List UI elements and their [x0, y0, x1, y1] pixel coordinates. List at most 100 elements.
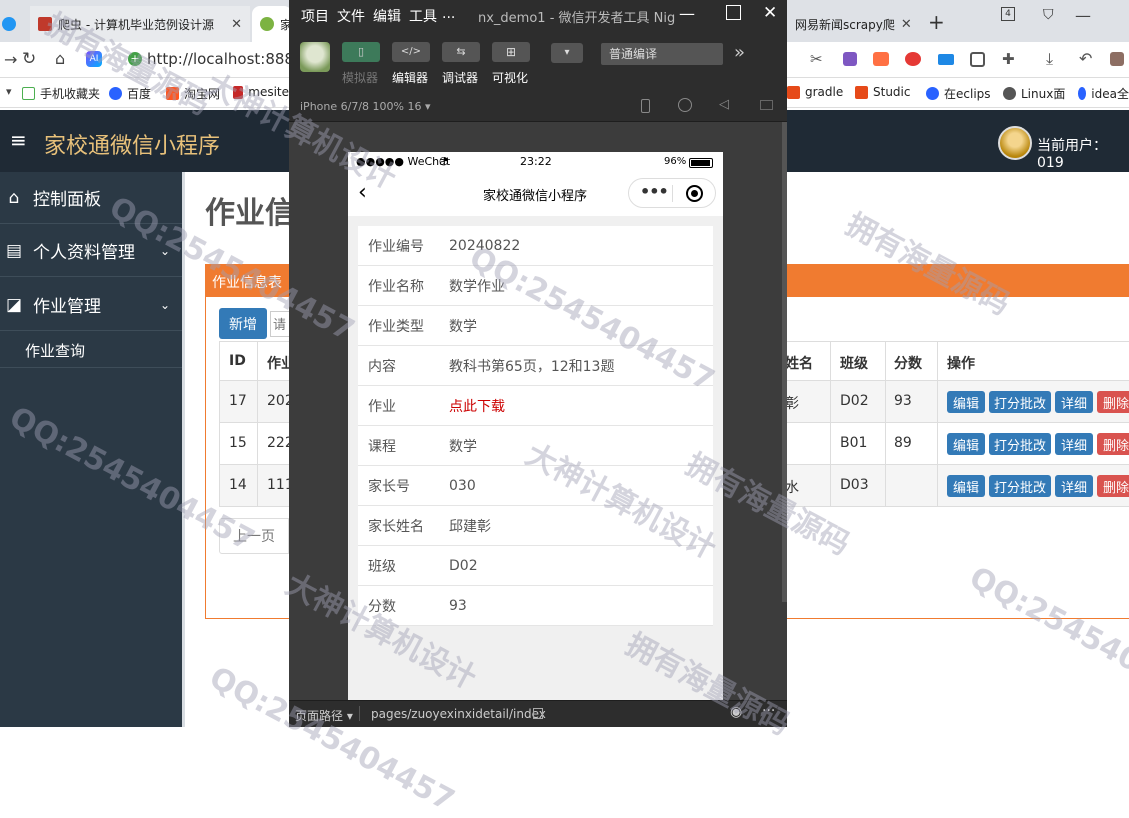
column-divider [937, 465, 938, 507]
detail-button[interactable]: 详细 [1055, 391, 1093, 413]
close-icon[interactable]: ✕ [225, 17, 242, 32]
game-icon[interactable] [873, 52, 889, 66]
bookmark-item[interactable]: mesite [233, 85, 289, 99]
delete-button[interactable]: 删除 [1097, 433, 1129, 455]
detail-button[interactable]: 详细 [1055, 475, 1093, 497]
gradle-icon [787, 85, 800, 99]
tab-news[interactable]: 网易新闻scrapy爬 ✕ [787, 6, 912, 42]
menu-tools[interactable]: 工具 [409, 6, 437, 26]
maximize-icon[interactable] [726, 5, 741, 20]
prev-page-button[interactable]: 上一页 [219, 518, 289, 554]
minimize-icon[interactable]: — [679, 4, 695, 23]
scrollbar[interactable] [782, 122, 787, 602]
page-title: 作业信 [205, 196, 295, 231]
reload-icon[interactable]: ↻ [22, 49, 36, 69]
idea-icon [1078, 87, 1087, 100]
edit-button[interactable]: 编辑 [947, 433, 985, 455]
menu-file[interactable]: 文件 [337, 6, 365, 26]
tab-count-badge[interactable]: 4 [1001, 7, 1015, 21]
back-icon[interactable]: → [4, 50, 17, 69]
sidebar-item-homework[interactable]: ◪ 作业管理 ⌄ [0, 279, 182, 331]
detail-button[interactable]: 详细 [1055, 433, 1093, 455]
delete-button[interactable]: 删除 [1097, 391, 1129, 413]
compile-mode-select[interactable]: 普通编译 [601, 43, 723, 65]
visual-icon[interactable]: ⊞ [492, 42, 530, 62]
minimize-icon[interactable]: — [1075, 6, 1091, 25]
extensions-icon[interactable]: ✚ [1002, 50, 1015, 68]
menu-project[interactable]: 项目 [301, 6, 329, 26]
more-chevron-icon[interactable]: » [734, 42, 745, 63]
briefcase-icon[interactable] [1110, 52, 1124, 66]
detail-row: 作业编号 20240822 [358, 226, 713, 266]
detail-value: 030 [449, 477, 476, 494]
menu-more[interactable]: ... [442, 6, 455, 22]
shirt-icon[interactable]: ⛉ [1043, 7, 1054, 23]
bookmarks-menu-icon[interactable]: ▾ [6, 85, 12, 98]
eye-icon[interactable]: ◉ [730, 704, 742, 720]
bookmark-item[interactable]: idea全 [1078, 85, 1129, 102]
bookmark-favicon-icon [22, 87, 35, 100]
record-icon[interactable] [678, 98, 692, 112]
close-miniprogram-icon[interactable] [686, 185, 703, 202]
close-icon[interactable]: ✕ [895, 17, 912, 32]
scissors-icon[interactable]: ✂ [810, 50, 823, 68]
wechat-devtools-window: 项目 文件 编辑 工具 ... nx_demo1 - 微信开发者工具 Nig —… [289, 0, 787, 727]
edit-button[interactable]: 编辑 [947, 391, 985, 413]
bookmark-item[interactable]: 淘宝网 [166, 85, 220, 102]
edit-button[interactable]: 编辑 [947, 475, 985, 497]
new-tab-button[interactable]: + [928, 10, 945, 34]
popout-icon[interactable] [760, 100, 773, 110]
bookmark-item[interactable]: gradle [787, 85, 843, 99]
device-select[interactable]: iPhone 6/7/8 100% 16 ▾ [300, 100, 431, 113]
mode-dropdown-icon[interactable]: ▾ [551, 43, 583, 63]
bookmark-label: Studic [873, 85, 911, 99]
more-icon[interactable]: ··· [762, 703, 775, 719]
code-icon[interactable]: </> [392, 42, 430, 62]
bookmark-item[interactable]: 百度 [109, 85, 151, 102]
grade-button[interactable]: 打分批改 [989, 475, 1051, 497]
menu-toggle-icon[interactable]: ≡ [10, 128, 27, 152]
menu-edit[interactable]: 编辑 [373, 6, 401, 26]
table-cell-id: 15 [229, 435, 247, 451]
mail-icon[interactable] [938, 54, 954, 65]
more-dots-icon[interactable]: ••• [640, 182, 669, 201]
debugger-icon[interactable]: ⇆ [442, 42, 480, 62]
url-field[interactable]: http://localhost:8888/ [147, 50, 309, 68]
page-path-label[interactable]: 页面路径 ▾ [295, 707, 353, 724]
undo-icon[interactable]: ↶ [1079, 49, 1092, 68]
close-icon[interactable]: ✕ [763, 3, 777, 23]
back-arrow-icon[interactable]: ‹ [358, 180, 367, 205]
capsule-menu: ••• [628, 178, 716, 208]
simulator-icon[interactable]: ▯ [342, 42, 380, 62]
translate-icon[interactable] [843, 52, 857, 66]
tab-active[interactable]: 家 [252, 6, 292, 42]
bookmark-item[interactable]: 在eclips [926, 85, 991, 102]
telegram-icon[interactable] [0, 6, 16, 42]
bookmark-item[interactable]: Studic [855, 85, 910, 99]
ai-icon[interactable]: AI [86, 51, 102, 67]
avatar[interactable] [998, 126, 1032, 160]
detail-row: 家长号 030 [358, 466, 713, 506]
add-button[interactable]: 新增 [219, 308, 267, 339]
box-icon[interactable] [970, 52, 985, 67]
download-icon[interactable]: ⤓ [1046, 49, 1053, 69]
home-icon[interactable]: ⌂ [55, 49, 65, 68]
grade-button[interactable]: 打分批改 [989, 391, 1051, 413]
bookmark-item[interactable]: 手机收藏夹 [22, 85, 100, 102]
project-avatar[interactable] [300, 42, 330, 72]
copy-icon[interactable] [533, 708, 543, 719]
wifi-icon: ◔ [439, 154, 449, 167]
download-link[interactable]: 点此下载 [449, 396, 505, 416]
phone-icon[interactable] [641, 99, 650, 113]
sidebar-item-homework-query[interactable]: 作业查询 [25, 340, 85, 361]
weibo-icon[interactable] [905, 52, 921, 66]
grade-button[interactable]: 打分批改 [989, 433, 1051, 455]
sidebar-item-dashboard[interactable]: ⌂ 控制面板 [0, 172, 182, 224]
bookmark-item[interactable]: Linux面 [1003, 85, 1065, 102]
table-cell-score: 93 [894, 393, 912, 409]
volume-icon[interactable]: ◁ [719, 97, 729, 112]
delete-button[interactable]: 删除 [1097, 475, 1129, 497]
tab-crawler[interactable]: 爬虫 - 计算机毕业范例设计源 ✕ [30, 6, 250, 42]
sidebar-item-profile[interactable]: ▤ 个人资料管理 ⌄ [0, 225, 182, 277]
current-user: 当前用户：019 [1037, 138, 1107, 171]
